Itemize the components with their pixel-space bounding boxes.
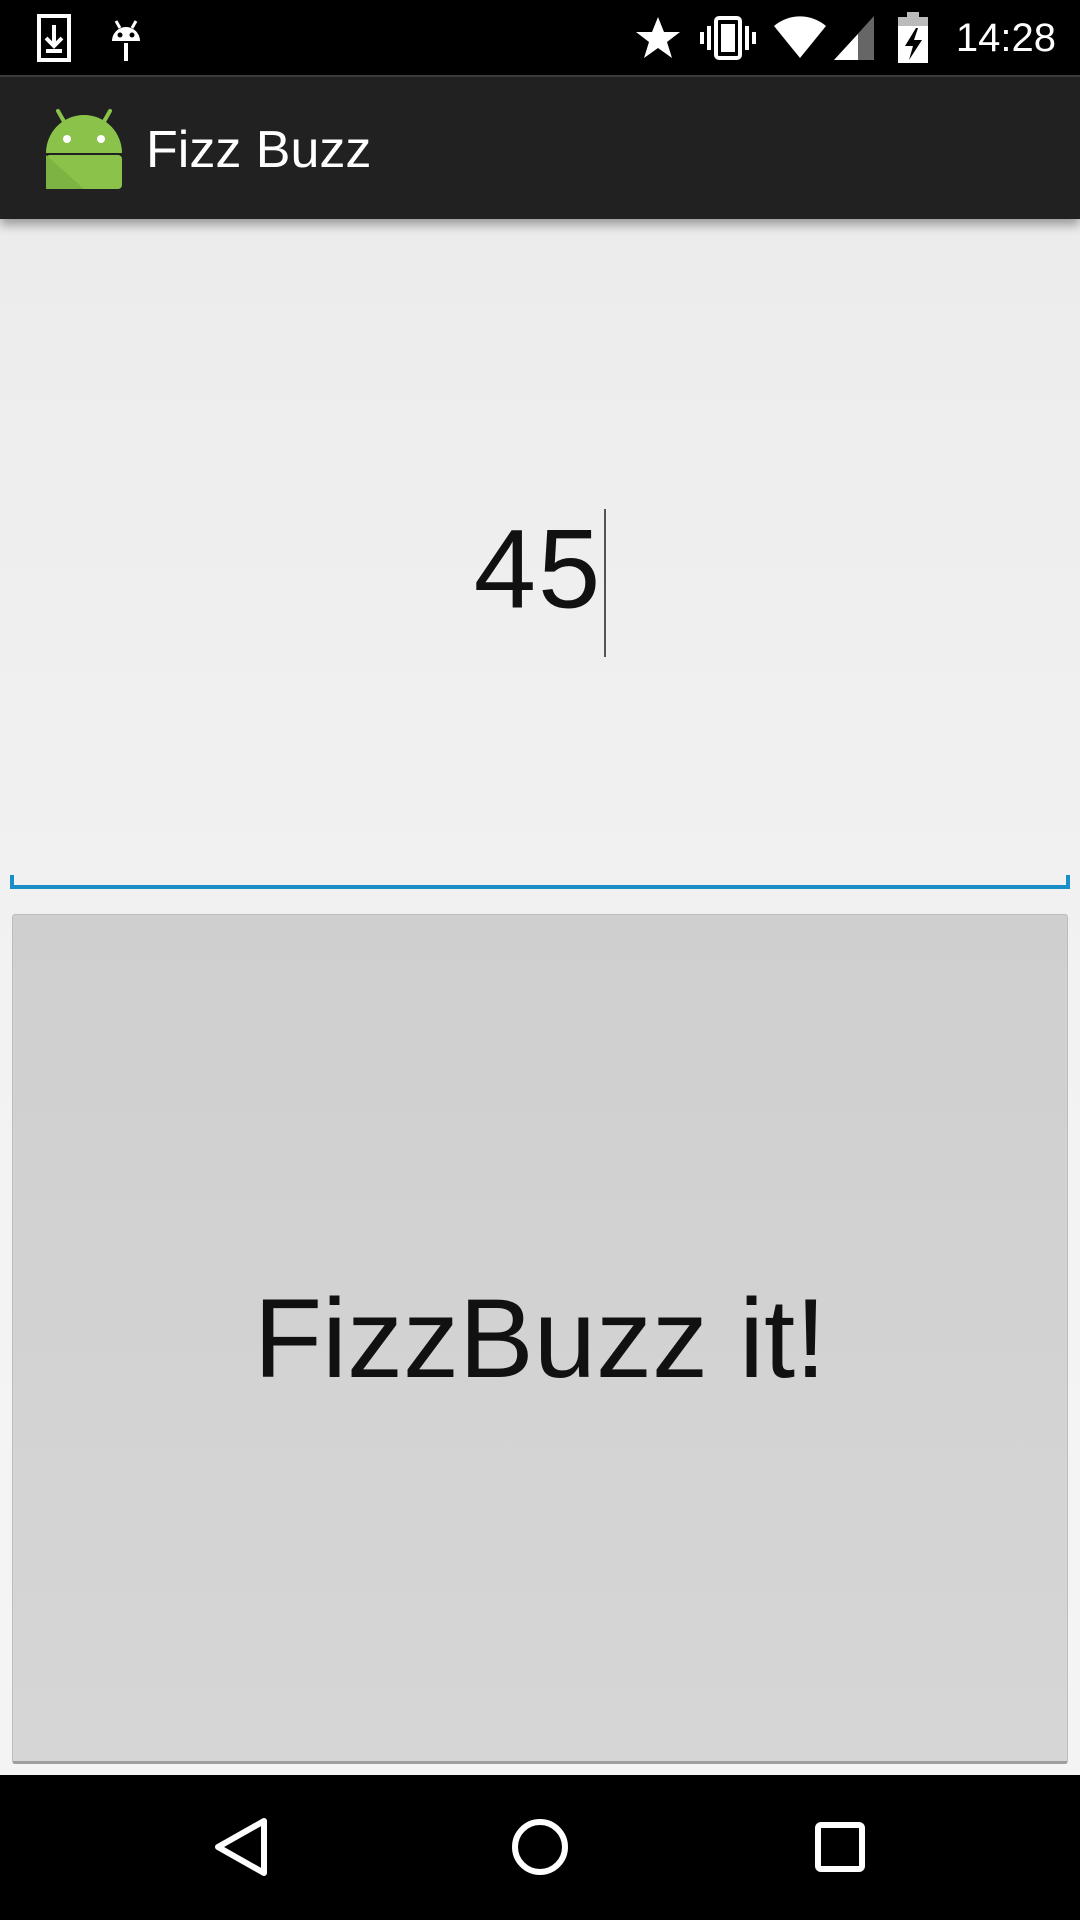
status-bar: 14:28 <box>0 0 1080 75</box>
star-icon <box>634 12 682 64</box>
input-underline <box>10 875 1070 889</box>
recents-icon[interactable] <box>808 1815 872 1879</box>
signal-icon <box>832 12 876 64</box>
status-time: 14:28 <box>955 16 1056 60</box>
vibrate-icon <box>700 12 756 64</box>
back-icon[interactable] <box>210 1815 274 1879</box>
fizzbuzz-button[interactable]: FizzBuzz it! <box>12 914 1068 1764</box>
main-content: 45 FizzBuzz it! <box>0 219 1080 1775</box>
download-icon <box>36 12 72 64</box>
wifi-icon <box>772 12 828 64</box>
app-title: Fizz Buzz <box>146 121 372 179</box>
number-input-value: 45 <box>474 504 607 657</box>
number-input[interactable]: 45 <box>10 219 1070 889</box>
text-cursor <box>604 509 607 657</box>
home-icon[interactable] <box>508 1815 572 1879</box>
battery-charging-icon <box>896 12 930 64</box>
action-bar: Fizz Buzz <box>0 75 1080 219</box>
android-icon[interactable] <box>42 107 126 191</box>
debug-icon <box>106 12 146 64</box>
navigation-bar <box>0 1775 1080 1920</box>
